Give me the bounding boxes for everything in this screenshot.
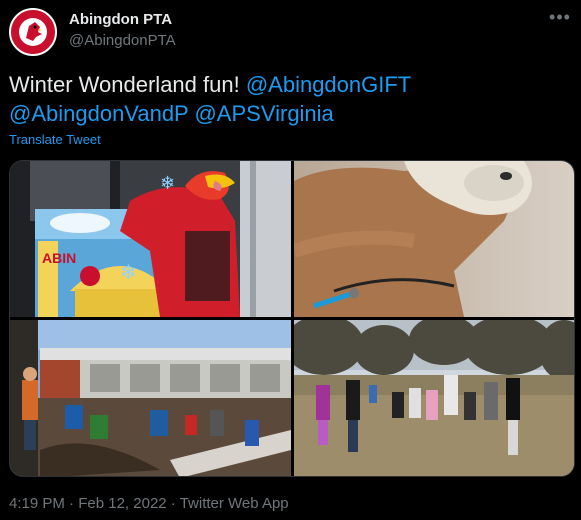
mention-link[interactable]: @AbingdonGIFT [246, 72, 411, 97]
tweet-header: Abingdon PTA @AbingdonPTA ••• [9, 8, 572, 58]
photo-field-group[interactable] [294, 320, 574, 476]
translate-tweet-link[interactable]: Translate Tweet [9, 132, 101, 147]
photo-alpaca[interactable] [294, 161, 574, 317]
sign-letter: ABIN [42, 250, 76, 266]
svg-text:❄: ❄ [160, 173, 175, 194]
mention-link[interactable]: @APSVirginia [194, 101, 333, 126]
author-name[interactable]: Abingdon PTA [69, 11, 172, 28]
avatar[interactable] [9, 8, 57, 56]
cardinal-logo-icon [11, 10, 55, 54]
separator: · [64, 495, 79, 512]
tweet-date[interactable]: Feb 12, 2022 [78, 495, 166, 512]
tweet-time[interactable]: 4:19 PM [9, 495, 65, 512]
more-options-icon[interactable]: ••• [548, 8, 572, 28]
tweet-client[interactable]: Twitter Web App [180, 495, 289, 512]
author-handle[interactable]: @AbingdonPTA [69, 32, 176, 49]
photo-garden[interactable] [10, 320, 291, 476]
mention-link[interactable]: @AbingdonVandP [9, 101, 188, 126]
tweet-text: Winter Wonderland fun! @AbingdonGIFT @Ab… [9, 70, 569, 128]
media-grid: ABIN ❄ ❄ [9, 160, 575, 477]
separator: · [166, 495, 180, 512]
tweet-body-text: Winter Wonderland fun! [9, 72, 246, 97]
photo-mascot[interactable]: ABIN ❄ ❄ [10, 161, 291, 317]
tweet-metadata: 4:19 PM · Feb 12, 2022 · Twitter Web App [9, 495, 289, 512]
svg-text:❄: ❄ [120, 260, 137, 284]
